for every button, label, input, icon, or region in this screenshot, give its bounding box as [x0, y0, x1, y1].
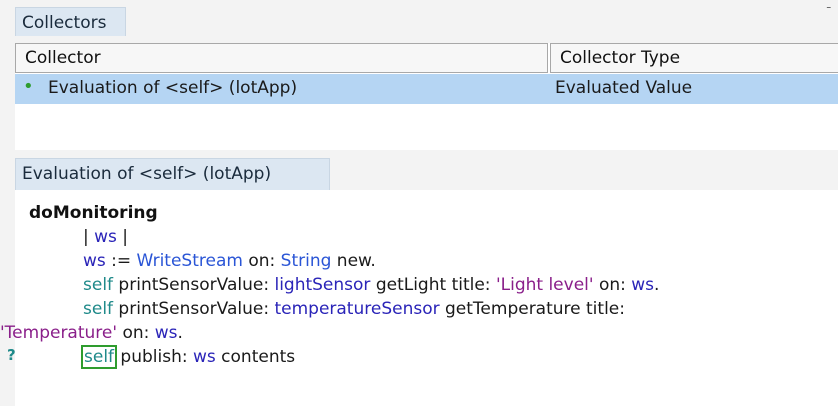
cursor-highlight-self[interactable]: self	[80, 345, 118, 369]
collector-name: Evaluation of <self> (lotApp)	[48, 78, 298, 98]
collectors-tab[interactable]: Collectors	[15, 7, 126, 36]
collector-type: Evaluated Value	[555, 78, 693, 98]
collectors-tab-label: Collectors	[22, 13, 107, 33]
row-status-bullet: •	[23, 76, 34, 97]
evaluation-tab[interactable]: Evaluation of <self> (lotApp)	[15, 158, 330, 190]
evaluation-tab-label: Evaluation of <self> (lotApp)	[22, 164, 272, 184]
code-line-temperature-sensor: self printSensorValue: temperatureSensor…	[83, 299, 625, 319]
code-line-writestream: ws := WriteStream on: String new.	[83, 251, 376, 271]
gutter-question-marker[interactable]: ?	[7, 346, 16, 364]
evaluation-pane: Evaluation of <self> (lotApp) doMonitori…	[0, 150, 838, 406]
column-header-collector-type[interactable]: Collector Type	[550, 43, 838, 73]
code-line-light-sensor: self printSensorValue: lightSensor getLi…	[83, 275, 660, 295]
method-name: doMonitoring	[29, 203, 158, 223]
collectors-pane: Collectors ¯ Collector Collector Type • …	[0, 0, 838, 150]
column-header-collector[interactable]: Collector	[15, 43, 548, 73]
table-row[interactable]: • Evaluation of <self> (lotApp) Evaluate…	[15, 74, 838, 104]
code-line-temps: | ws |	[83, 227, 129, 247]
code-line-publish: self publish: ws contents	[80, 345, 296, 369]
code-line-temperature-wrap: 'Temperature' on: ws.	[0, 323, 183, 343]
code-editor[interactable]: doMonitoring | ws | ws := WriteStream on…	[0, 190, 838, 406]
pane-menu-icon[interactable]: ¯	[826, 6, 833, 21]
collectors-table: Collector Collector Type • Evaluation of…	[15, 43, 838, 150]
